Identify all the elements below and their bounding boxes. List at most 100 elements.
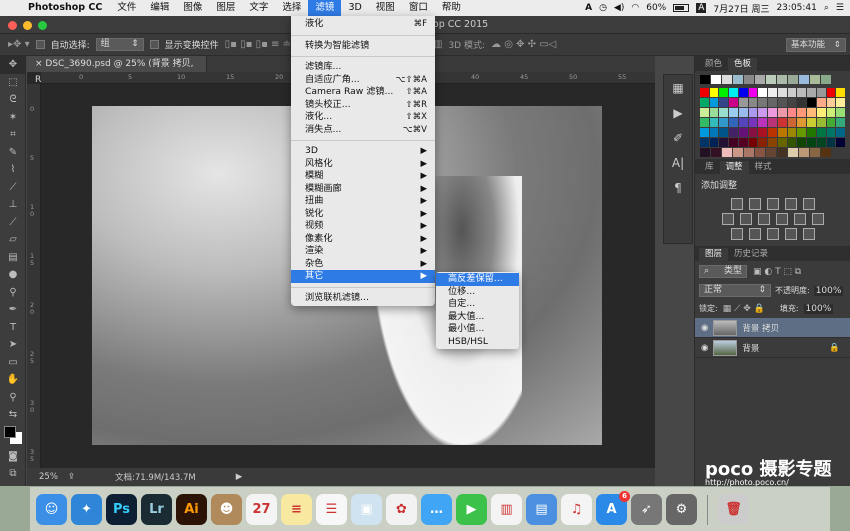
color-swatch[interactable]: [758, 118, 768, 127]
color-swatch[interactable]: [826, 98, 836, 107]
color-swatch[interactable]: [836, 118, 846, 127]
filter-menu-item[interactable]: 扭曲 ▶: [291, 195, 435, 208]
layer-filter-icons[interactable]: ▣ ◐ T ⬚ ⧉: [753, 267, 801, 277]
swatches-grid[interactable]: [695, 71, 850, 157]
zoom-tool-icon[interactable]: ⚲: [0, 389, 26, 407]
threshold-icon[interactable]: [766, 228, 779, 240]
fill-input[interactable]: 100%: [803, 303, 834, 314]
color-swatch[interactable]: [709, 118, 719, 127]
filter-menu-item[interactable]: 像素化 ▶: [291, 233, 435, 246]
battery-icon[interactable]: [673, 4, 690, 12]
filter-menu-item[interactable]: 杂色 ▶: [291, 258, 435, 271]
color-swatch[interactable]: [711, 75, 721, 84]
filter-menu-item[interactable]: 转换为智能滤镜: [291, 40, 435, 53]
move-tool-icon[interactable]: ✥: [0, 56, 26, 74]
color-swatch[interactable]: [797, 88, 807, 97]
appstore-icon[interactable]: A6: [596, 491, 630, 525]
status-menu-arrow[interactable]: ▶: [236, 472, 243, 482]
color-swatch[interactable]: [788, 75, 798, 84]
color-swatch[interactable]: [729, 118, 738, 127]
shape-tool-icon[interactable]: ▭: [0, 354, 26, 372]
color-swatch[interactable]: [777, 88, 787, 97]
visibility-eye-icon[interactable]: ◉: [701, 343, 708, 353]
color-swatch[interactable]: [766, 148, 776, 157]
color-swatch[interactable]: [758, 138, 768, 147]
color-swatch[interactable]: [787, 118, 797, 127]
color-swatch[interactable]: [797, 118, 807, 127]
color-swatch[interactable]: [826, 118, 836, 127]
menu-image[interactable]: 图像: [176, 0, 209, 16]
align-icons[interactable]: ▯▪ ▯▪ ▯▪ ≡ ≐: [225, 39, 291, 50]
color-swatch[interactable]: [748, 118, 758, 127]
messages-icon[interactable]: …: [421, 494, 452, 525]
notes-icon[interactable]: ≡: [281, 494, 312, 525]
color-swatch[interactable]: [709, 98, 719, 107]
color-swatch[interactable]: [807, 118, 816, 127]
filter-menu-item[interactable]: 滤镜库...: [291, 61, 435, 74]
marquee-tool-icon[interactable]: ⬚: [0, 74, 26, 92]
filter-menu-item[interactable]: 3D ▶: [291, 145, 435, 158]
color-swatch[interactable]: [709, 138, 719, 147]
wifi-icon[interactable]: ◠: [631, 3, 639, 13]
color-swatch[interactable]: [744, 75, 754, 84]
color-swatch[interactable]: [719, 108, 729, 117]
photo-filter-icon[interactable]: [775, 213, 788, 225]
hand-tool-icon[interactable]: ✋: [0, 371, 26, 389]
reminders-icon[interactable]: ☰: [316, 494, 347, 525]
crop-tool-icon[interactable]: ⌗: [0, 126, 26, 144]
color-swatch[interactable]: [700, 118, 709, 127]
submenu-item[interactable]: 最小值...: [436, 323, 519, 336]
color-swatch[interactable]: [787, 98, 797, 107]
color-swatch[interactable]: [816, 108, 826, 117]
color-swatch[interactable]: [768, 98, 777, 107]
tab-libraries[interactable]: 库: [699, 161, 720, 174]
color-swatch[interactable]: [836, 108, 846, 117]
menu-file[interactable]: 文件: [110, 0, 143, 16]
gradient-tool-icon[interactable]: ▤: [0, 249, 26, 267]
color-swatch[interactable]: [777, 148, 787, 157]
facetime-icon[interactable]: ▶: [456, 494, 487, 525]
brush-tool-icon[interactable]: ⟋: [0, 179, 26, 197]
photos-icon[interactable]: ✿: [386, 494, 417, 525]
color-swatch[interactable]: [768, 108, 777, 117]
posterize-icon[interactable]: [748, 228, 761, 240]
color-swatch[interactable]: [821, 148, 831, 157]
color-swatch[interactable]: [787, 88, 797, 97]
menu-select[interactable]: 选择: [275, 0, 308, 16]
brush-preset-icon[interactable]: ✐: [664, 125, 692, 150]
color-swatch[interactable]: [826, 128, 836, 137]
color-swatch[interactable]: [821, 75, 831, 84]
share-icon[interactable]: ⇪: [68, 472, 75, 482]
layer-row[interactable]: ◉ 背景 拷贝: [695, 318, 850, 338]
color-swatch[interactable]: [787, 128, 797, 137]
color-swatch[interactable]: [826, 108, 836, 117]
filter-menu-item[interactable]: 自适应广角... ⌥⇧⌘A: [291, 74, 435, 87]
history-brush-tool-icon[interactable]: ⟋: [0, 214, 26, 232]
clock-text[interactable]: 23:05:41: [776, 3, 816, 13]
color-swatch[interactable]: [758, 88, 768, 97]
filter-menu-item[interactable]: 浏览联机滤镜...: [291, 292, 435, 305]
color-swatch[interactable]: [777, 118, 787, 127]
color-swatch[interactable]: [729, 128, 738, 137]
eyedropper-tool-icon[interactable]: ✎: [0, 144, 26, 162]
color-swatch[interactable]: [719, 118, 729, 127]
color-swatch[interactable]: [816, 88, 826, 97]
color-swatch[interactable]: [758, 128, 768, 137]
color-swatch[interactable]: [709, 88, 719, 97]
filter-menu-item[interactable]: 锐化 ▶: [291, 208, 435, 221]
magic-wand-tool-icon[interactable]: ✶: [0, 109, 26, 127]
color-swatches-icon[interactable]: [0, 424, 26, 448]
filter-menu-item[interactable]: 风格化 ▶: [291, 158, 435, 171]
layer-name[interactable]: 背景: [742, 342, 759, 354]
show-transform-checkbox[interactable]: [149, 40, 159, 49]
color-swatch[interactable]: [836, 138, 846, 147]
filter-menu-item[interactable]: 消失点... ⌥⌘V: [291, 124, 435, 137]
paragraph-icon[interactable]: ¶: [664, 175, 692, 200]
color-swatch[interactable]: [816, 98, 826, 107]
color-swatch[interactable]: [700, 75, 710, 84]
menu-help[interactable]: 帮助: [435, 0, 468, 16]
filter-menu-item[interactable]: Camera Raw 滤镜... ⇧⌘A: [291, 86, 435, 99]
contacts-icon[interactable]: ☻: [211, 494, 242, 525]
healing-brush-tool-icon[interactable]: ⌇: [0, 161, 26, 179]
filter-menu-item[interactable]: 渲染 ▶: [291, 245, 435, 258]
